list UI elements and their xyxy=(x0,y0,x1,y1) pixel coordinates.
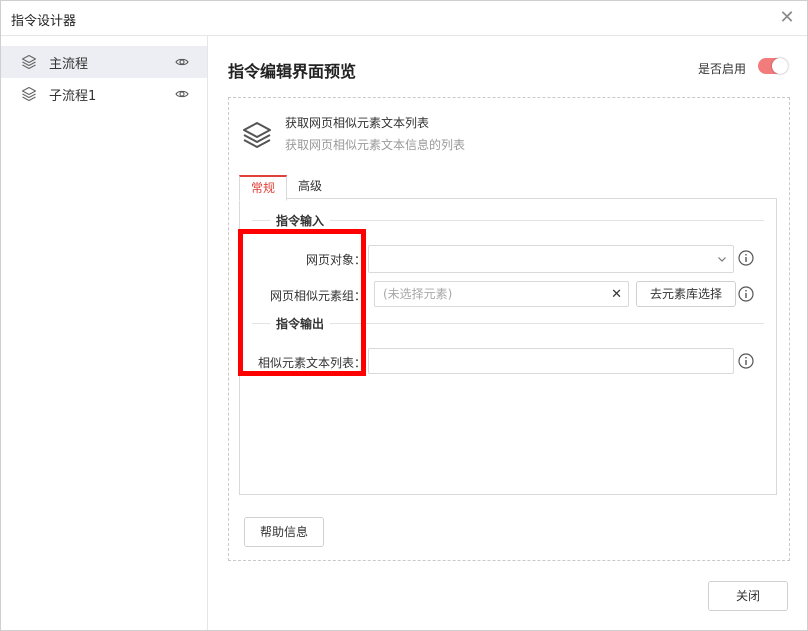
info-icon[interactable] xyxy=(738,250,754,266)
eye-icon[interactable] xyxy=(175,87,189,101)
tab-general[interactable]: 常规 xyxy=(239,175,287,201)
sidebar-item-main-flow[interactable]: 主流程 xyxy=(1,46,207,78)
element-library-button[interactable]: 去元素库选择 xyxy=(636,281,736,307)
info-icon[interactable] xyxy=(738,353,754,369)
sidebar-item-label: 主流程 xyxy=(49,56,89,72)
layers-icon xyxy=(21,54,37,70)
tab-panel-general: 指令输入 网页对象： 网页相似元素组： (未选择元素) ✕ 去元素库选择 指令输… xyxy=(239,198,777,495)
layers-icon xyxy=(243,122,271,148)
output-list-label: 相似元素文本列表： xyxy=(257,356,366,370)
similar-group-placeholder: (未选择元素) xyxy=(383,287,453,301)
title-bar: 指令设计器 ✕ xyxy=(1,1,807,36)
main-panel: 指令编辑界面预览 是否启用 获取网页相似元素文本列表 获取网页相似元素文本信息的… xyxy=(208,36,807,630)
sidebar-item-sub-flow-1[interactable]: 子流程1 xyxy=(1,78,207,110)
eye-icon[interactable] xyxy=(175,55,189,69)
preview-area: 获取网页相似元素文本列表 获取网页相似元素文本信息的列表 常规 高级 指令输入 … xyxy=(228,97,790,561)
chevron-down-icon xyxy=(718,257,726,262)
command-description: 获取网页相似元素文本信息的列表 xyxy=(285,138,466,152)
sidebar-item-label: 子流程1 xyxy=(49,88,97,104)
info-icon[interactable] xyxy=(738,286,754,302)
close-button[interactable]: 关闭 xyxy=(708,581,788,611)
page-title: 指令编辑界面预览 xyxy=(228,62,357,81)
tab-advanced[interactable]: 高级 xyxy=(287,175,333,198)
clear-icon[interactable]: ✕ xyxy=(611,283,622,307)
similar-group-label: 网页相似元素组： xyxy=(269,289,366,303)
section-title-input: 指令输入 xyxy=(270,212,331,229)
web-object-select[interactable] xyxy=(368,245,734,273)
designer-window: 指令设计器 ✕ 主流程 子流程1 指令编辑界面预览 是否启用 获取网页相似元素文… xyxy=(0,0,808,631)
help-button[interactable]: 帮助信息 xyxy=(244,517,324,547)
web-object-label: 网页对象： xyxy=(305,253,366,267)
enable-toggle[interactable] xyxy=(758,58,788,74)
sidebar: 主流程 子流程1 xyxy=(1,36,208,630)
output-list-field[interactable] xyxy=(368,348,734,374)
command-name: 获取网页相似元素文本列表 xyxy=(285,116,430,130)
toggle-knob xyxy=(772,58,788,74)
window-title: 指令设计器 xyxy=(11,14,77,29)
section-title-output: 指令输出 xyxy=(270,315,331,332)
close-icon[interactable]: ✕ xyxy=(777,8,797,28)
similar-group-field[interactable]: (未选择元素) ✕ xyxy=(374,281,629,307)
enable-label: 是否启用 xyxy=(698,62,747,76)
layers-icon xyxy=(21,86,37,102)
